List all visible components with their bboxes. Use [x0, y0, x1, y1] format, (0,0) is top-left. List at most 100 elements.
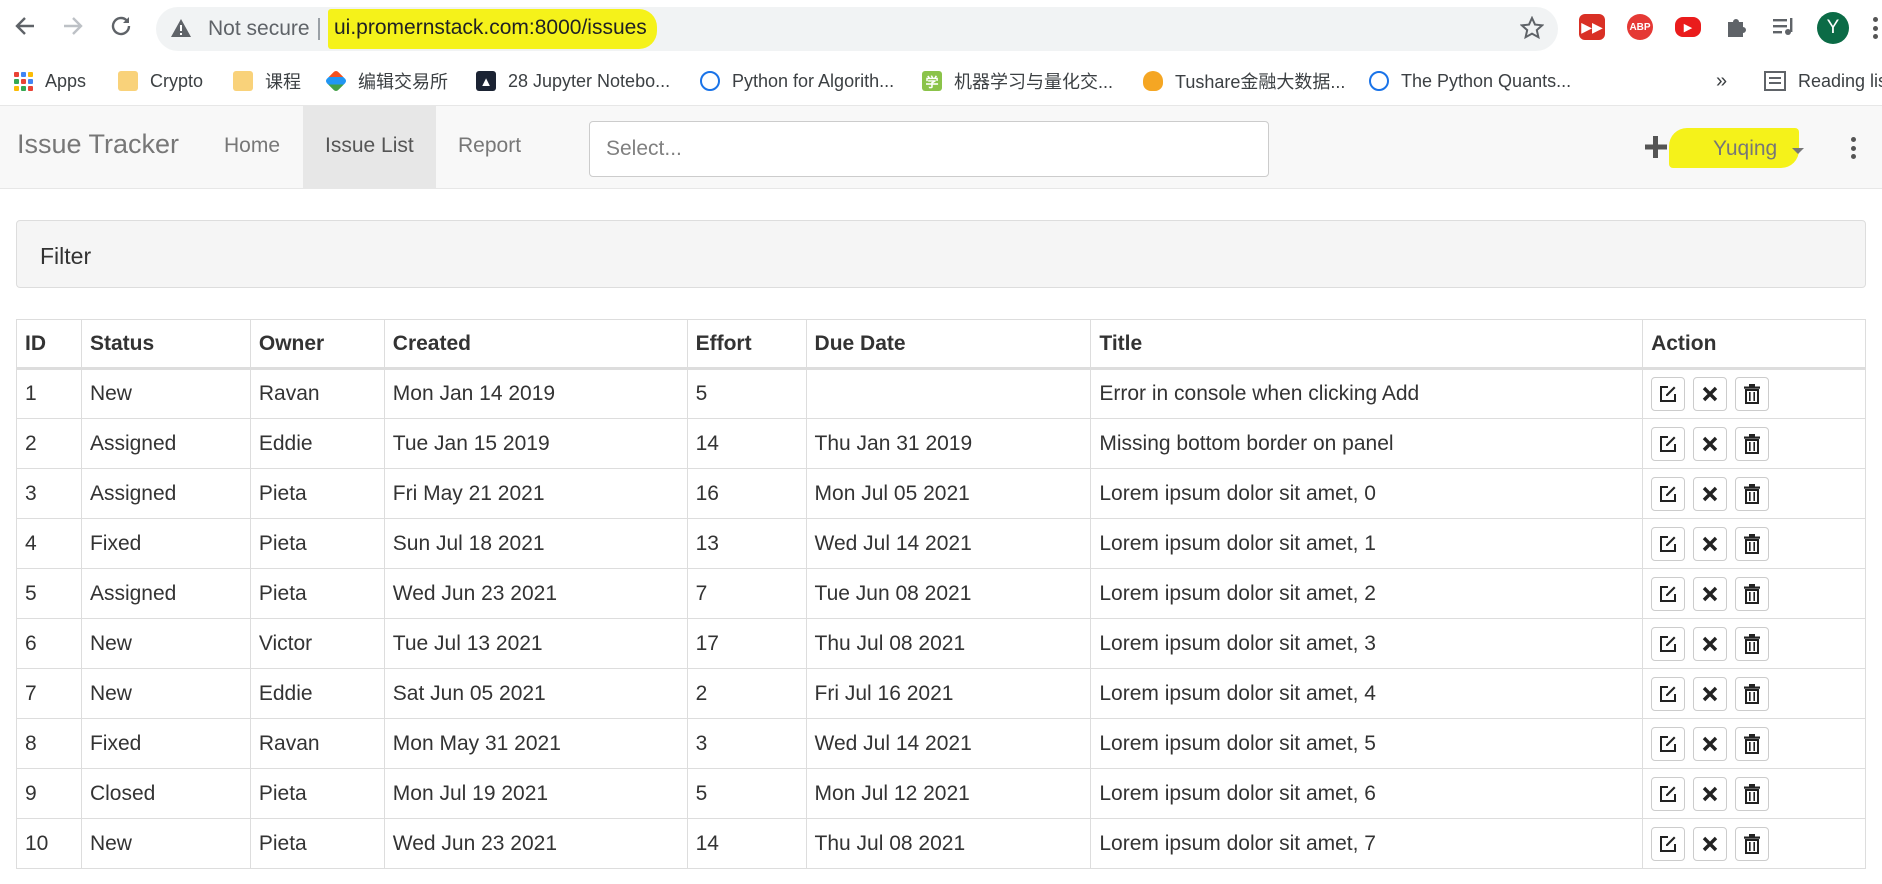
- edit-button[interactable]: [1651, 626, 1686, 661]
- nav-home[interactable]: Home: [202, 106, 302, 188]
- delete-button[interactable]: [1735, 726, 1770, 761]
- close-icon: [1702, 836, 1718, 851]
- edit-button[interactable]: [1651, 826, 1686, 861]
- issue-search-select[interactable]: Select...: [589, 121, 1269, 177]
- extensions-puzzle-icon[interactable]: [1723, 14, 1749, 40]
- trash-icon: [1744, 633, 1761, 654]
- browser-menu-icon[interactable]: [1870, 13, 1880, 43]
- bookmark-ml-quant[interactable]: 学 机器学习与量化交...: [922, 67, 1113, 95]
- bookmark-folder-courses[interactable]: 课程: [233, 67, 301, 95]
- cell-owner: Eddie: [249, 668, 385, 719]
- edit-button[interactable]: [1651, 377, 1686, 411]
- bookmark-tushare[interactable]: Tushare金融大数据...: [1143, 67, 1345, 95]
- delete-button[interactable]: [1735, 576, 1770, 611]
- profile-avatar[interactable]: Y: [1817, 12, 1849, 44]
- close-issue-button[interactable]: [1693, 776, 1728, 811]
- delete-button[interactable]: [1735, 377, 1770, 411]
- delete-button[interactable]: [1735, 426, 1770, 461]
- adblock-plus-icon[interactable]: ABP: [1627, 14, 1653, 40]
- cell-created: Mon Jul 19 2021: [383, 768, 688, 819]
- address-bar[interactable]: Not secure ui.promernstack.com:8000/issu…: [156, 7, 1558, 51]
- cell-created: Tue Jan 15 2019: [383, 418, 688, 469]
- close-icon: [1702, 736, 1718, 751]
- table-row[interactable]: 3 Assigned Pieta Fri May 21 2021 16 Mon …: [16, 468, 1866, 519]
- nav-report[interactable]: Report: [436, 106, 543, 188]
- table-row[interactable]: 8 Fixed Ravan Mon May 31 2021 3 Wed Jul …: [16, 718, 1866, 769]
- reading-list-button[interactable]: Reading list: [1764, 67, 1882, 95]
- edit-button[interactable]: [1651, 576, 1686, 611]
- bookmark-exchange[interactable]: 编辑交易所: [324, 67, 448, 95]
- reload-button[interactable]: [106, 11, 136, 41]
- bookmark-label: 课程: [265, 72, 301, 92]
- delete-button[interactable]: [1735, 476, 1770, 511]
- delete-button[interactable]: [1735, 776, 1770, 811]
- bookmarks-overflow-button[interactable]: »: [1716, 67, 1727, 95]
- learn-site-icon: 学: [922, 71, 942, 91]
- table-row[interactable]: 5 Assigned Pieta Wed Jun 23 2021 7 Tue J…: [16, 568, 1866, 619]
- cell-due-date: Thu Jul 08 2021: [805, 618, 1092, 669]
- edit-button[interactable]: [1651, 526, 1686, 561]
- security-label[interactable]: Not secure: [208, 17, 310, 41]
- delete-button[interactable]: [1735, 676, 1770, 711]
- cell-id: 3: [16, 468, 82, 519]
- table-row[interactable]: 10 New Pieta Wed Jun 23 2021 14 Thu Jul …: [16, 818, 1866, 869]
- cell-title: Lorem ipsum dolor sit amet, 7: [1090, 818, 1644, 869]
- nav-issue-list[interactable]: Issue List: [303, 106, 436, 188]
- back-button[interactable]: [10, 11, 40, 41]
- close-issue-button[interactable]: [1693, 676, 1728, 711]
- app-brand[interactable]: Issue Tracker: [17, 129, 179, 160]
- plus-icon[interactable]: [1641, 132, 1671, 162]
- edit-button[interactable]: [1651, 476, 1686, 511]
- close-issue-button[interactable]: [1693, 426, 1728, 461]
- cell-status: Assigned: [80, 568, 251, 619]
- media-queue-icon[interactable]: [1771, 14, 1797, 40]
- forward-button[interactable]: [58, 11, 88, 41]
- url-text[interactable]: ui.promernstack.com:8000/issues: [328, 9, 657, 49]
- delete-button[interactable]: [1735, 526, 1770, 561]
- cell-status: Assigned: [80, 468, 251, 519]
- table-row[interactable]: 1 New Ravan Mon Jan 14 2019 5 Error in c…: [16, 368, 1866, 419]
- more-options-icon[interactable]: [1848, 133, 1858, 163]
- delete-button[interactable]: [1735, 826, 1770, 861]
- youtube-icon[interactable]: ▶: [1675, 17, 1701, 37]
- close-issue-button[interactable]: [1693, 476, 1728, 511]
- bookmark-label: Python for Algorith...: [732, 70, 895, 91]
- table-row[interactable]: 6 New Victor Tue Jul 13 2021 17 Thu Jul …: [16, 618, 1866, 669]
- cell-actions: [1642, 518, 1866, 569]
- table-row[interactable]: 4 Fixed Pieta Sun Jul 18 2021 13 Wed Jul…: [16, 518, 1866, 569]
- bookmark-folder-crypto[interactable]: Crypto: [118, 67, 203, 95]
- user-dropdown[interactable]: Yuqing: [1669, 128, 1804, 168]
- forward-arrow-icon: [64, 17, 83, 35]
- close-issue-button[interactable]: [1693, 377, 1728, 411]
- filter-panel[interactable]: Filter: [16, 220, 1866, 288]
- close-issue-button[interactable]: [1693, 576, 1728, 611]
- edit-button[interactable]: [1651, 726, 1686, 761]
- table-row[interactable]: 7 New Eddie Sat Jun 05 2021 2 Fri Jul 16…: [16, 668, 1866, 719]
- bookmark-python-quants[interactable]: The Python Quants...: [1369, 67, 1571, 95]
- delete-button[interactable]: [1735, 626, 1770, 661]
- cell-owner: Pieta: [249, 818, 385, 869]
- table-row[interactable]: 9 Closed Pieta Mon Jul 19 2021 5 Mon Jul…: [16, 768, 1866, 819]
- column-header-title: Title: [1090, 319, 1644, 370]
- close-issue-button[interactable]: [1693, 526, 1728, 561]
- video-speed-icon[interactable]: ▶▶: [1579, 14, 1605, 40]
- cell-id: 8: [16, 718, 82, 769]
- close-issue-button[interactable]: [1693, 826, 1728, 861]
- edit-button[interactable]: [1651, 676, 1686, 711]
- edit-icon: [1660, 535, 1677, 552]
- cell-effort: 13: [686, 518, 807, 569]
- filter-title[interactable]: Filter: [40, 243, 91, 270]
- trash-icon: [1744, 833, 1761, 854]
- close-issue-button[interactable]: [1693, 726, 1728, 761]
- bookmark-star-icon[interactable]: [1520, 16, 1544, 40]
- cell-status: New: [80, 618, 251, 669]
- bookmark-apps[interactable]: Apps: [14, 67, 86, 95]
- table-row[interactable]: 2 Assigned Eddie Tue Jan 15 2019 14 Thu …: [16, 418, 1866, 469]
- close-issue-button[interactable]: [1693, 626, 1728, 661]
- edit-button[interactable]: [1651, 776, 1686, 811]
- cell-id: 2: [16, 418, 82, 469]
- edit-button[interactable]: [1651, 426, 1686, 461]
- edit-icon: [1660, 835, 1677, 852]
- bookmark-jupyter[interactable]: ▲ 28 Jupyter Notebo...: [476, 67, 670, 95]
- bookmark-python-algo[interactable]: Python for Algorith...: [700, 67, 894, 95]
